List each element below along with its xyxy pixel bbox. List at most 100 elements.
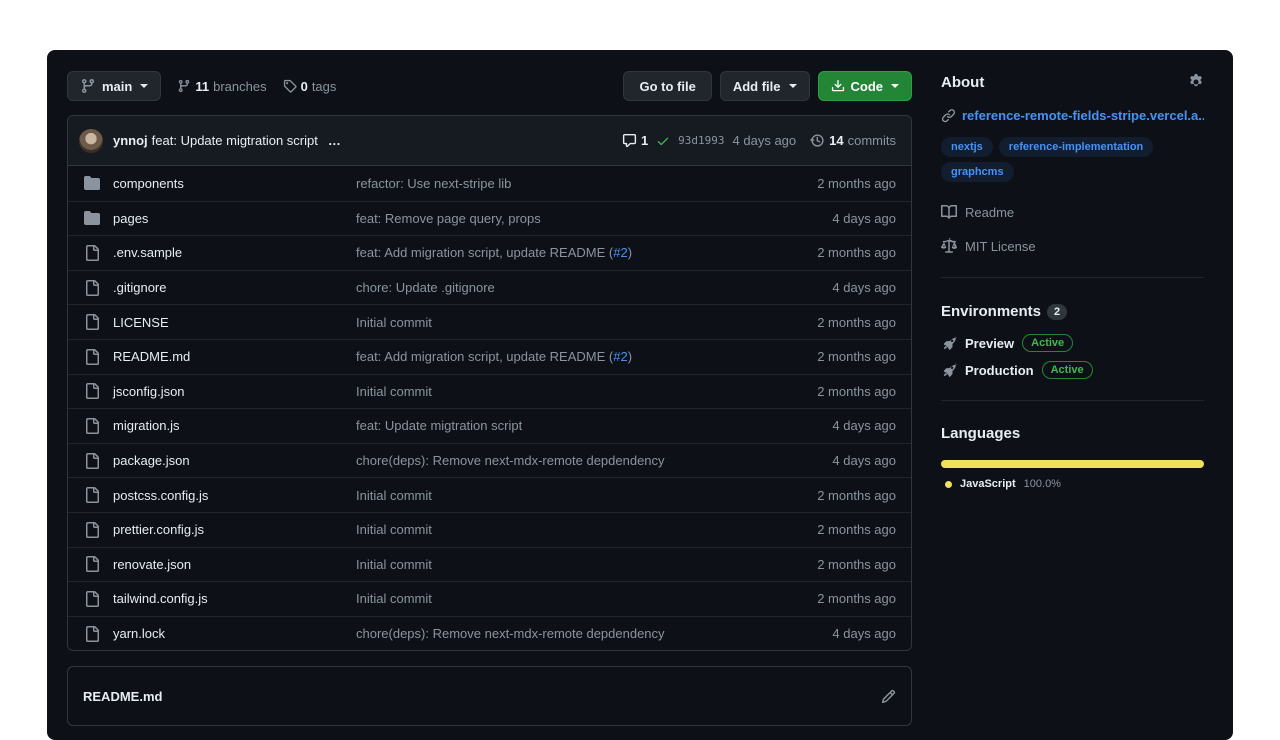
check-icon[interactable] [656, 134, 670, 148]
table-row[interactable]: jsconfig.json Initial commit 2 months ago [68, 373, 911, 409]
table-row[interactable]: postcss.config.js Initial commit 2 months … [68, 477, 911, 512]
commit-text: Initial commit [356, 591, 432, 607]
readme-title: README.md [83, 688, 163, 704]
repo-window: main 11 branches 0 tags Go to file Add f… [47, 50, 1233, 740]
about-title: About [941, 73, 985, 91]
readme-header: README.md [67, 666, 912, 727]
expand-commit-button[interactable]: … [328, 133, 341, 148]
environment-item[interactable]: Production Active [941, 361, 1204, 379]
branches-label: branches [213, 78, 267, 94]
branches-link[interactable]: 11 branches [177, 78, 267, 94]
branch-icon [179, 79, 190, 93]
file-name[interactable]: jsconfig.json [113, 384, 356, 399]
table-row[interactable]: prettier.config.js Initial commit 2 months… [68, 511, 911, 547]
commit-sha[interactable]: 93d1993 [678, 134, 724, 147]
file-name[interactable]: README.md [113, 349, 356, 364]
file-name[interactable]: pages [113, 211, 356, 226]
tags-link[interactable]: 0 tags [283, 78, 336, 94]
gear-icon[interactable] [1188, 74, 1204, 90]
file-commit-message[interactable]: Initial commit [356, 557, 817, 572]
commit-text: chore(deps): Remove next-mdx-remote depd… [356, 453, 665, 469]
file-commit-message[interactable]: Initial commit [356, 522, 817, 537]
tags-count: 0 [300, 78, 308, 94]
file-name[interactable]: .env.sample [113, 245, 356, 260]
file-type-icon [84, 487, 100, 504]
language-item[interactable]: JavaScript 100.0% [941, 478, 1204, 490]
file-name[interactable]: components [113, 176, 356, 191]
commit-author[interactable]: ynnoj [113, 133, 148, 148]
file-name[interactable]: prettier.config.js [113, 522, 356, 537]
file-name[interactable]: package.json [113, 453, 356, 468]
table-row[interactable]: README.md feat: Add migration script, upd… [68, 338, 911, 374]
table-row[interactable]: components refactor: Use next-stripe lib 2… [68, 166, 911, 201]
table-row[interactable]: LICENSE Initial commit 2 months ago [68, 304, 911, 339]
book-icon [941, 205, 957, 219]
file-name[interactable]: migration.js [113, 418, 356, 433]
topic-tag[interactable]: graphcms [941, 162, 1014, 182]
code-button[interactable]: Code [817, 71, 912, 101]
file-commit-message[interactable]: Initial commit [356, 488, 817, 503]
file-commit-message[interactable]: Initial commit [356, 591, 817, 606]
commits-count: 14 [829, 133, 844, 148]
file-type-icon [84, 590, 100, 607]
environments-header[interactable]: Environments 2 [941, 303, 1204, 320]
file-commit-message[interactable]: Initial commit [356, 384, 817, 399]
table-row[interactable]: migration.js feat: Update migtration scri… [68, 408, 911, 443]
repo-main: main 11 branches 0 tags Go to file Add f… [67, 70, 912, 727]
file-name[interactable]: postcss.config.js [113, 488, 356, 503]
file-type-icon [84, 314, 100, 331]
file-commit-message[interactable]: chore: Update .gitignore [356, 280, 832, 295]
table-row[interactable]: pages feat: Remove page query, props 4 day… [68, 200, 911, 236]
go-to-file-button[interactable]: Go to file [623, 71, 712, 101]
pencil-icon[interactable] [881, 689, 896, 704]
file-commit-message[interactable]: feat: Add migration script, update READM… [356, 245, 817, 260]
commit-time: 4 days ago [732, 133, 797, 148]
file-commit-message[interactable]: Initial commit [356, 315, 817, 330]
topic-tag[interactable]: reference-implementation [998, 137, 1154, 157]
file-icon [86, 348, 99, 365]
branch-select-button[interactable]: main [67, 71, 162, 101]
file-name[interactable]: tailwind.config.js [113, 591, 356, 606]
table-row[interactable]: .env.sample feat: Add migration script, u… [68, 235, 911, 270]
pr-link[interactable]: #2 [613, 245, 627, 260]
commits-link[interactable]: 14 commits [810, 133, 896, 148]
comments-count: 1 [640, 133, 649, 148]
file-commit-message[interactable]: chore(deps): Remove next-mdx-remote depd… [356, 626, 832, 641]
file-icon [86, 556, 99, 573]
commit-message[interactable]: feat: Update migtration script [152, 133, 318, 148]
table-row[interactable]: renovate.json Initial commit 2 months ago [68, 546, 911, 582]
homepage-link[interactable]: reference-remote-fields-stripe.vercel.a.… [941, 108, 1204, 123]
file-commit-message[interactable]: feat: Add migration script, update READM… [356, 349, 817, 364]
file-name[interactable]: renovate.json [113, 557, 356, 572]
file-commit-message[interactable]: feat: Remove page query, props [356, 211, 832, 226]
file-date: 4 days ago [832, 418, 896, 434]
environment-item[interactable]: Preview Active [941, 334, 1204, 352]
topic-tag[interactable]: nextjs [941, 137, 993, 157]
pr-link[interactable]: #2 [613, 349, 627, 364]
table-row[interactable]: tailwind.config.js Initial commit 2 months… [68, 581, 911, 616]
comments-link[interactable]: 1 [622, 133, 648, 148]
chevron-down-icon [891, 84, 899, 88]
file-name[interactable]: LICENSE [113, 315, 356, 330]
table-row[interactable]: yarn.lock chore(deps): Remove next-mdx-re… [68, 615, 911, 651]
license-link[interactable]: MIT License [941, 238, 1204, 254]
file-name[interactable]: yarn.lock [113, 626, 356, 641]
file-type-icon [84, 348, 100, 365]
file-type-icon [84, 625, 100, 642]
file-commit-message[interactable]: refactor: Use next-stripe lib [356, 176, 817, 191]
file-date: 2 months ago [817, 349, 896, 365]
table-row[interactable]: .gitignore chore: Update .gitignore 4 days… [68, 269, 911, 305]
table-row[interactable]: package.json chore(deps): Remove next-mdx… [68, 442, 911, 478]
repo-sidebar: About reference-remote-fields-stripe.ver… [941, 70, 1204, 490]
file-name[interactable]: .gitignore [113, 280, 356, 295]
readme-link[interactable]: Readme [941, 204, 1204, 220]
file-icon [86, 417, 99, 434]
file-commit-message[interactable]: chore(deps): Remove next-mdx-remote depd… [356, 453, 832, 468]
commits-label: commits [847, 133, 896, 148]
languages-title: Languages [941, 425, 1021, 442]
add-file-button[interactable]: Add file [719, 71, 810, 101]
avatar[interactable] [79, 128, 103, 153]
file-icon [86, 383, 99, 400]
file-commit-message[interactable]: feat: Update migtration script [356, 418, 832, 433]
homepage-url: reference-remote-fields-stripe.vercel.a.… [962, 108, 1204, 123]
